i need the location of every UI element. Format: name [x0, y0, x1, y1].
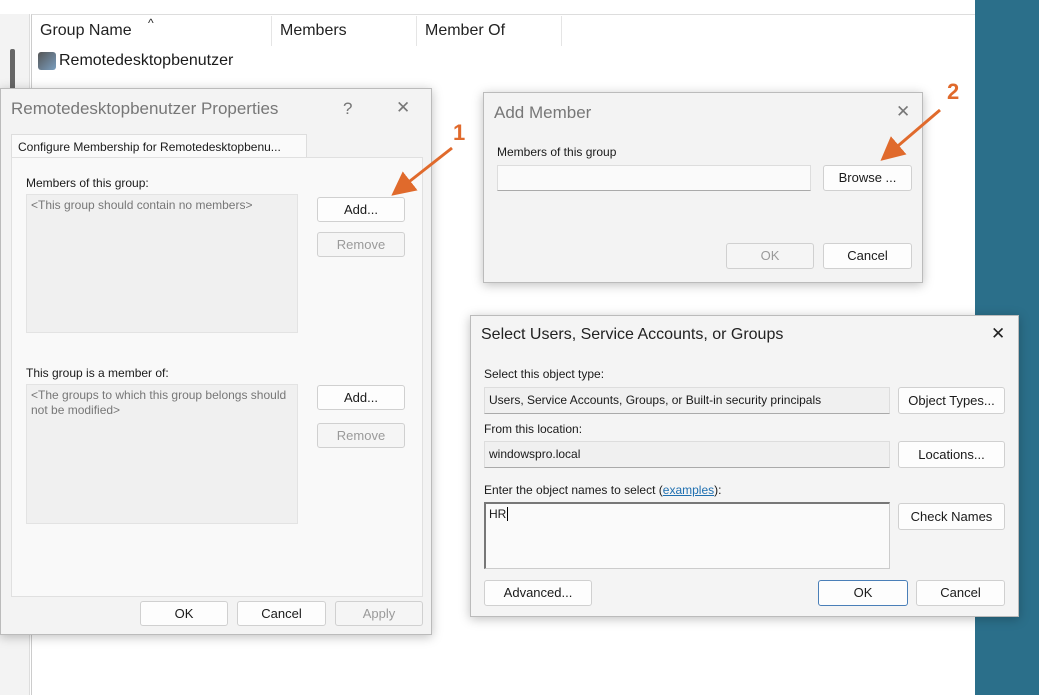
annotation-arrows	[391, 108, 941, 196]
step-1-label: 1	[453, 120, 466, 145]
step-2-label: 2	[947, 79, 960, 104]
arrow-1-icon	[391, 146, 453, 196]
arrow-2-icon	[880, 108, 941, 161]
